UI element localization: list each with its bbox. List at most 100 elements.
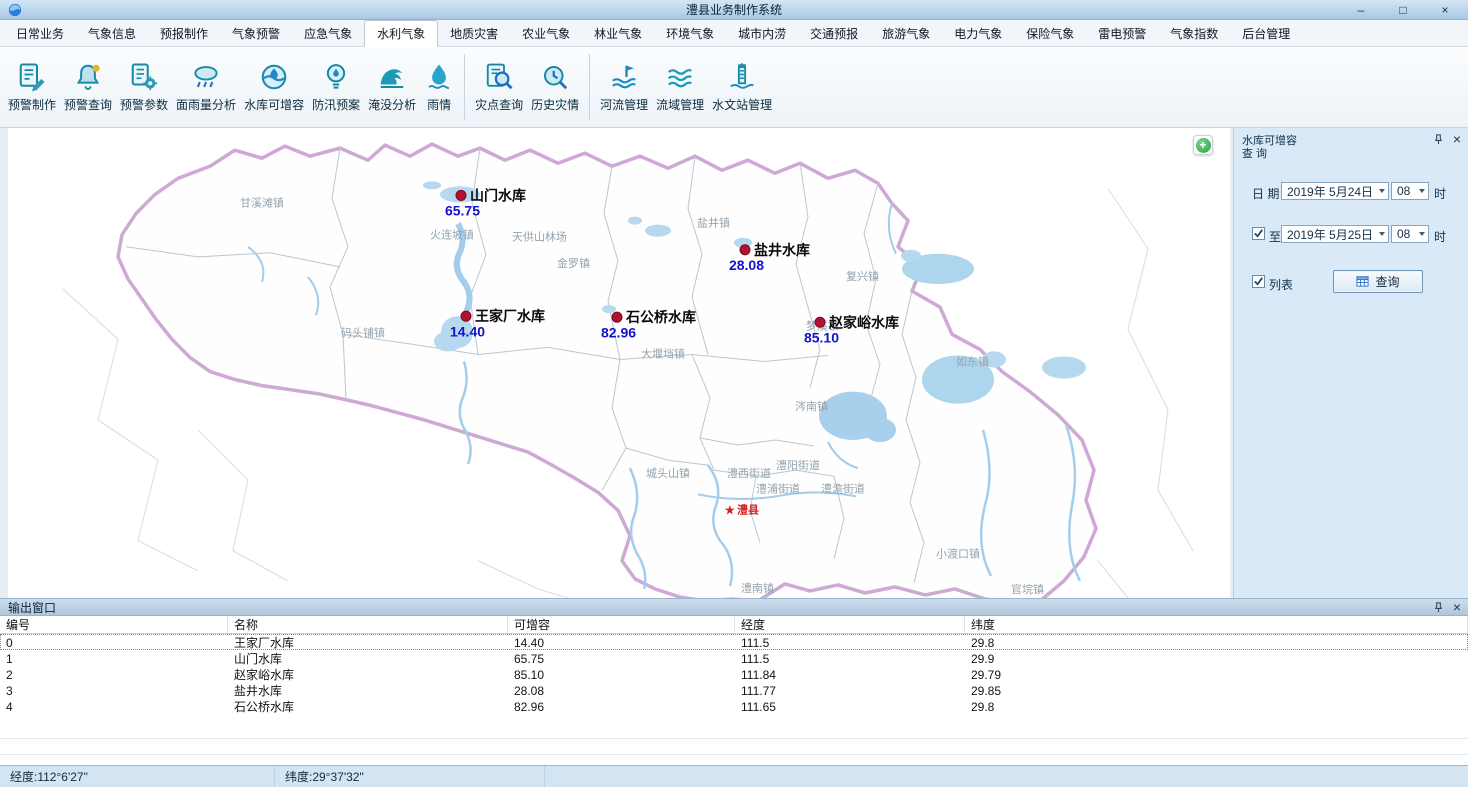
map-area[interactable]: 甘溪滩镇火连坡镇天供山林场金罗镇盐井镇复兴镇码头铺镇梦溪镇大堰垱镇涔南镇如东镇城…	[8, 128, 1230, 598]
table-cell: 111.84	[735, 668, 965, 682]
query-button[interactable]: 查询	[1333, 270, 1423, 293]
menu-tab[interactable]: 旅游气象	[870, 20, 942, 46]
toolbar-button[interactable]: 灾点查询	[471, 57, 527, 118]
table-cell: 111.5	[735, 652, 965, 666]
toolbar-button[interactable]: 历史灾情	[527, 57, 583, 118]
plus-icon: +	[1196, 138, 1211, 153]
alert-make-icon	[17, 62, 47, 92]
column-header[interactable]: 名称	[228, 616, 508, 633]
table-row[interactable]: 1山门水库65.75111.529.9	[0, 650, 1468, 666]
toolbar-button-label: 防汛预案	[312, 96, 360, 113]
column-header[interactable]: 编号	[0, 616, 228, 633]
toolbar-button-label: 面雨量分析	[176, 96, 236, 113]
table-cell: 28.08	[508, 684, 735, 698]
menu-tab[interactable]: 预报制作	[148, 20, 220, 46]
zoom-in-button[interactable]: +	[1193, 135, 1213, 155]
toolbar-button[interactable]: 雨情	[420, 57, 458, 118]
end-hour-select[interactable]: 08	[1391, 225, 1429, 243]
output-table: 编号名称可增容经度纬度 0王家厂水库14.40111.529.81山门水库65.…	[0, 616, 1468, 765]
toolbar-button-label: 水库可增容	[244, 96, 304, 113]
menu-tab[interactable]: 农业气象	[510, 20, 582, 46]
menu-tab[interactable]: 林业气象	[582, 20, 654, 46]
menu-tab[interactable]: 后台管理	[1230, 20, 1302, 46]
start-date-select[interactable]: 2019年 5月24日	[1281, 182, 1389, 200]
menu-tab[interactable]: 保险气象	[1014, 20, 1086, 46]
table-cell: 4	[0, 700, 228, 714]
town-label: 澧澹街道	[821, 481, 865, 495]
toolbar-button[interactable]: 面雨量分析	[172, 57, 240, 118]
titlebar: 澧县业务制作系统 – □ ×	[0, 0, 1468, 20]
list-query-row: 列表 查询	[1234, 273, 1468, 295]
reservoir-marker[interactable]	[815, 317, 825, 327]
reservoir-marker[interactable]	[740, 245, 750, 255]
toolbar-button[interactable]: 防汛预案	[308, 57, 364, 118]
end-date-select[interactable]: 2019年 5月25日	[1281, 225, 1389, 243]
list-label: 列表	[1269, 276, 1293, 293]
table-row[interactable]: 4石公桥水库82.96111.6529.8	[0, 698, 1468, 714]
reservoir-query-panel: 水库可增容查 询 × 日 期 2019年 5月24日 08 时	[1233, 128, 1468, 598]
reservoir-value-label: 14.40	[450, 323, 485, 339]
table-cell: 111.65	[735, 700, 965, 714]
toolbar-button[interactable]: 预警查询	[60, 57, 116, 118]
chevron-down-icon	[1419, 189, 1425, 193]
reservoir-marker[interactable]	[461, 311, 471, 321]
menu-tab[interactable]: 气象信息	[76, 20, 148, 46]
menu-tab[interactable]: 应急气象	[292, 20, 364, 46]
list-checkbox[interactable]	[1252, 275, 1265, 288]
toolbar-button-label: 雨情	[427, 96, 451, 113]
table-row[interactable]: 2赵家峪水库85.10111.8429.79	[0, 666, 1468, 682]
toolbar-separator	[589, 54, 590, 120]
panel-close-icon[interactable]: ×	[1453, 134, 1461, 145]
town-label: 甘溪滩镇	[240, 195, 284, 209]
column-header[interactable]: 可增容	[508, 616, 735, 633]
toolbar-button[interactable]: 预警制作	[4, 57, 60, 118]
toolbar-button[interactable]: 流域管理	[652, 57, 708, 118]
toolbar-button[interactable]: 水库可增容	[240, 57, 308, 118]
to-checkbox[interactable]	[1252, 227, 1265, 240]
town-label: 复兴镇	[846, 269, 879, 283]
reservoir-marker[interactable]	[612, 312, 622, 322]
start-hour-value: 08	[1397, 184, 1410, 198]
output-close-icon[interactable]: ×	[1453, 602, 1461, 613]
menu-tab[interactable]: 交通预报	[798, 20, 870, 46]
rain-condition-icon	[424, 62, 454, 92]
toolbar-button[interactable]: 预警参数	[116, 57, 172, 118]
menu-tab[interactable]: 雷电预警	[1086, 20, 1158, 46]
menu-tab[interactable]: 地质灾害	[438, 20, 510, 46]
toolbar-button[interactable]: 水文站管理	[708, 57, 776, 118]
table-row[interactable]: 0王家厂水库14.40111.529.8	[0, 634, 1468, 650]
column-header[interactable]: 经度	[735, 616, 965, 633]
menu-tab[interactable]: 电力气象	[942, 20, 1014, 46]
reservoir-name-label: 石公桥水库	[625, 309, 696, 325]
menu-tab[interactable]: 环境气象	[654, 20, 726, 46]
menu-tab[interactable]: 水利气象	[364, 20, 438, 47]
menu-tab[interactable]: 日常业务	[4, 20, 76, 46]
toolbar-separator	[464, 54, 465, 120]
table-row[interactable]: 3盐井水库28.08111.7729.85	[0, 682, 1468, 698]
town-label: 金罗镇	[557, 256, 590, 270]
table-cell: 29.85	[965, 684, 1468, 698]
hour-unit-label: 时	[1434, 185, 1446, 202]
pin-icon[interactable]	[1433, 134, 1444, 145]
maximize-button[interactable]: □	[1396, 1, 1410, 19]
disaster-point-query-icon	[484, 62, 514, 92]
menu-tab[interactable]: 城市内涝	[726, 20, 798, 46]
menu-tab[interactable]: 气象预警	[220, 20, 292, 46]
reservoir-marker[interactable]	[456, 190, 466, 200]
reservoir-name-label: 王家厂水库	[475, 308, 545, 324]
column-header[interactable]: 纬度	[965, 616, 1468, 633]
pin-icon[interactable]	[1433, 602, 1444, 613]
start-date-value: 2019年 5月24日	[1287, 183, 1373, 200]
close-button[interactable]: ×	[1438, 1, 1452, 19]
start-hour-select[interactable]: 08	[1391, 182, 1429, 200]
area-rain-analysis-icon	[191, 62, 221, 92]
toolbar-button-label: 预警制作	[8, 96, 56, 113]
toolbar-button[interactable]: 河流管理	[596, 57, 652, 118]
town-label: 火连坡镇	[430, 228, 474, 242]
minimize-button[interactable]: –	[1354, 1, 1368, 19]
table-cell: 王家厂水库	[228, 634, 508, 651]
window-title: 澧县业务制作系统	[0, 1, 1468, 18]
output-window: 输出窗口 × 编号名称可增容经度纬度 0王家厂水库14.40111.529.81…	[0, 598, 1468, 765]
menu-tab[interactable]: 气象指数	[1158, 20, 1230, 46]
toolbar-button[interactable]: 淹没分析	[364, 57, 420, 118]
